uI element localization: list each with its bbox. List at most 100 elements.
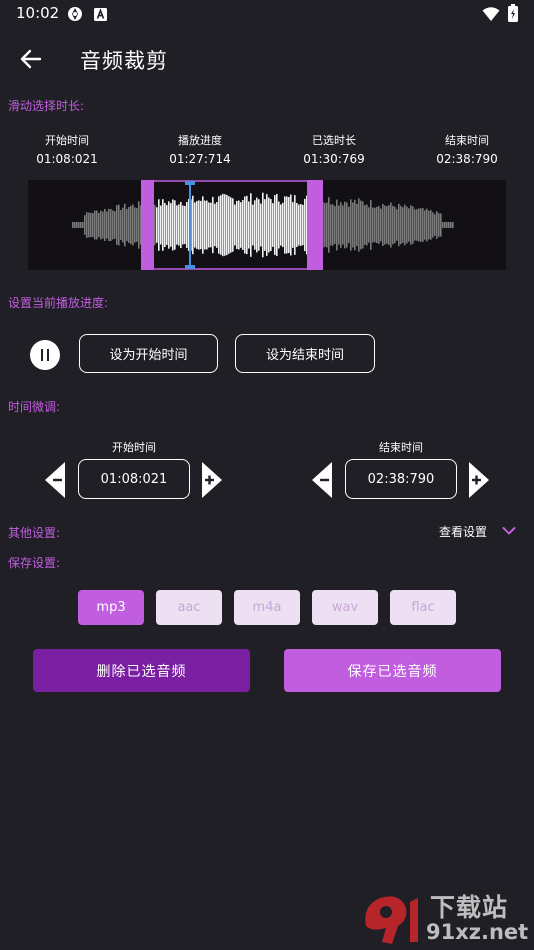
waveform-bar bbox=[238, 200, 240, 250]
fine-tune-start-label: 开始时间 bbox=[112, 441, 156, 454]
waveform-bar bbox=[326, 202, 328, 248]
format-chip-aac[interactable]: aac bbox=[156, 590, 222, 625]
waveform-bar bbox=[80, 222, 82, 228]
waveform-bar bbox=[360, 200, 362, 250]
waveform-bar bbox=[446, 222, 448, 228]
waveform-bar bbox=[392, 205, 394, 245]
waveform-bar bbox=[74, 222, 76, 228]
waveform-bar bbox=[110, 208, 112, 242]
waveform-bar bbox=[292, 202, 294, 248]
time-info-progress: 播放进度 01:27:714 bbox=[155, 132, 245, 166]
waveform-bar bbox=[72, 222, 74, 228]
waveform-bar bbox=[274, 195, 276, 255]
waveform-bar bbox=[248, 201, 250, 249]
waveform-bar bbox=[134, 207, 136, 243]
waveform-bar bbox=[450, 222, 452, 228]
waveform-bar bbox=[416, 209, 418, 241]
time-info-value: 01:30:769 bbox=[303, 152, 365, 166]
waveform-bar bbox=[402, 207, 404, 243]
waveform-bar bbox=[102, 211, 104, 239]
waveform-bar bbox=[412, 206, 414, 244]
waveform-bar bbox=[282, 202, 284, 248]
waveform-bar bbox=[242, 200, 244, 250]
watermark-text-cn: 下载站 bbox=[430, 893, 509, 922]
waveform-bar bbox=[268, 197, 270, 253]
set-start-time-button[interactable]: 设为开始时间 bbox=[79, 334, 218, 373]
waveform-bar bbox=[228, 196, 230, 254]
end-time-field[interactable]: 02:38:790 bbox=[345, 459, 457, 499]
back-arrow-icon[interactable] bbox=[18, 46, 44, 72]
waveform-bar bbox=[250, 193, 252, 257]
waveform-bar bbox=[82, 222, 84, 228]
waveform-bar bbox=[252, 204, 254, 246]
save-settings-label: 保存设置: bbox=[8, 556, 61, 570]
format-chip-wav[interactable]: wav bbox=[312, 590, 378, 625]
waveform-bar bbox=[432, 212, 434, 238]
waveform-bar bbox=[120, 210, 122, 240]
waveform-bar bbox=[444, 222, 446, 228]
waveform-bar bbox=[448, 222, 450, 228]
delete-selected-button[interactable]: 删除已选音频 bbox=[33, 649, 250, 692]
format-chip-mp3[interactable]: mp3 bbox=[78, 590, 144, 625]
waveform-bar bbox=[114, 211, 116, 239]
waveform-bar bbox=[380, 208, 382, 242]
site-watermark: 下载站 91xz.net bbox=[358, 886, 528, 950]
time-info-label: 播放进度 bbox=[178, 134, 222, 147]
waveform-bar bbox=[336, 199, 338, 251]
time-info-value: 01:08:021 bbox=[36, 152, 98, 166]
waveform-bar bbox=[258, 199, 260, 251]
end-plus-icon[interactable] bbox=[468, 461, 490, 499]
waveform-bar bbox=[394, 206, 396, 244]
waveform-bar bbox=[376, 206, 378, 244]
waveform-bar bbox=[296, 202, 298, 248]
end-minus-icon[interactable] bbox=[311, 461, 333, 499]
waveform-bar bbox=[396, 209, 398, 241]
waveform-bar bbox=[362, 201, 364, 249]
waveform-bar bbox=[100, 210, 102, 240]
waveform-bar bbox=[86, 212, 88, 238]
waveform-bar bbox=[262, 192, 264, 258]
waveform-bar bbox=[264, 199, 266, 251]
waveform-bar bbox=[404, 204, 406, 246]
waveform-bar bbox=[342, 205, 344, 245]
waveform-bar bbox=[350, 199, 352, 251]
waveform-bar bbox=[232, 198, 234, 252]
view-settings-link[interactable]: 查看设置 bbox=[439, 523, 487, 540]
waveform-bar bbox=[136, 208, 138, 242]
waveform-bar bbox=[218, 196, 220, 254]
start-minus-icon[interactable] bbox=[44, 461, 66, 499]
time-info-value: 02:38:790 bbox=[436, 152, 498, 166]
waveform-bar bbox=[138, 201, 140, 249]
pause-button[interactable] bbox=[30, 340, 60, 370]
format-chip-flac[interactable]: flac bbox=[390, 590, 456, 625]
waveform-bar bbox=[408, 208, 410, 242]
start-time-field[interactable]: 01:08:021 bbox=[78, 459, 190, 499]
waveform-bar bbox=[84, 215, 86, 235]
waveform-bar bbox=[286, 196, 288, 254]
set-end-time-button[interactable]: 设为结束时间 bbox=[235, 334, 375, 373]
waveform-bar bbox=[348, 206, 350, 244]
waveform-bar bbox=[420, 208, 422, 242]
time-info-end: 结束时间 02:38:790 bbox=[422, 132, 512, 166]
time-info-start: 开始时间 01:08:021 bbox=[22, 132, 112, 166]
format-chip-m4a[interactable]: m4a bbox=[234, 590, 300, 625]
slide-select-label: 滑动选择时长: bbox=[8, 99, 85, 113]
waveform-bar bbox=[442, 222, 444, 228]
waveform-bar bbox=[280, 204, 282, 246]
waveform-bar bbox=[104, 208, 106, 242]
waveform-bar bbox=[354, 199, 356, 251]
fine-tune-end-label: 结束时间 bbox=[379, 441, 423, 454]
pause-icon bbox=[41, 349, 49, 361]
waveform-bar bbox=[246, 195, 248, 255]
waveform-bar bbox=[216, 202, 218, 248]
save-selected-button[interactable]: 保存已选音频 bbox=[284, 649, 501, 692]
waveform-bar bbox=[422, 208, 424, 242]
selection-start-handle[interactable] bbox=[141, 180, 154, 270]
waveform-editor[interactable] bbox=[28, 180, 506, 270]
chevron-down-icon[interactable] bbox=[502, 526, 516, 536]
waveform-bar bbox=[304, 198, 306, 252]
waveform-bar bbox=[400, 205, 402, 245]
selection-end-handle[interactable] bbox=[307, 180, 323, 270]
start-plus-icon[interactable] bbox=[201, 461, 223, 499]
waveform-bar bbox=[390, 202, 392, 248]
